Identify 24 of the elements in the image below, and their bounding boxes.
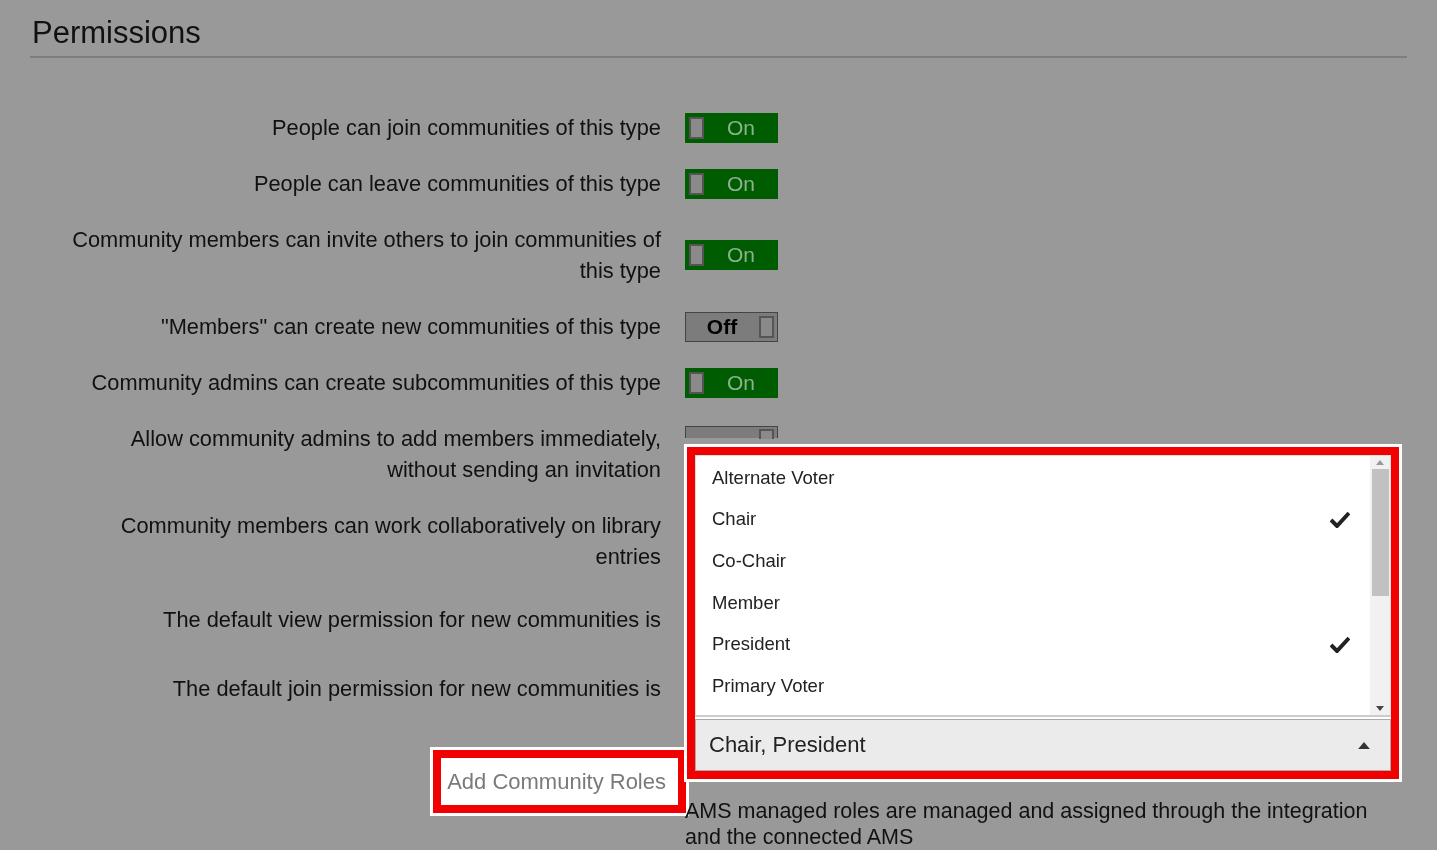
dropdown-option[interactable]: Alternate Voter — [696, 457, 1370, 499]
setting-label: The default join permission for new communities is — [171, 674, 661, 703]
roles-label: Add Community Roles — [433, 750, 686, 813]
setting-label: Allow community admins to add members immediately, without sending an invitation — [129, 425, 661, 484]
dropdown-option[interactable]: Co-Chair — [696, 540, 1370, 582]
setting-label: Community members can work collaboratively on library entries — [119, 512, 661, 571]
setting-label: Community members can invite others to join communities of this type — [71, 226, 661, 285]
dropdown-option[interactable]: Primary Voter — [696, 664, 1370, 707]
select-field[interactable]: Chair, President — [695, 719, 1391, 771]
scroll-up-icon[interactable] — [1376, 460, 1384, 465]
dropdown-option[interactable]: President — [696, 623, 1370, 665]
setting-label: The default view permission for new communities is — [162, 605, 661, 634]
toggle-switch[interactable] — [685, 426, 778, 438]
dropdown-option[interactable]: Member — [696, 581, 1370, 624]
scrollbar-thumb[interactable] — [1371, 469, 1389, 596]
setting-label: Community admins can create subcommunities of this type — [90, 369, 661, 397]
section-heading: Permissions — [32, 14, 202, 52]
dropdown-option[interactable]: Chair — [696, 498, 1370, 541]
setting-label: "Members" can create new communities of this type — [159, 313, 661, 341]
setting-label: People can join communities of this type — [271, 114, 661, 142]
setting-label: People can leave communities of this type — [252, 170, 661, 198]
scroll-down-icon[interactable] — [1376, 706, 1384, 711]
toggle-switch[interactable]: Off — [685, 311, 778, 342]
caret-icon[interactable] — [1358, 741, 1370, 749]
